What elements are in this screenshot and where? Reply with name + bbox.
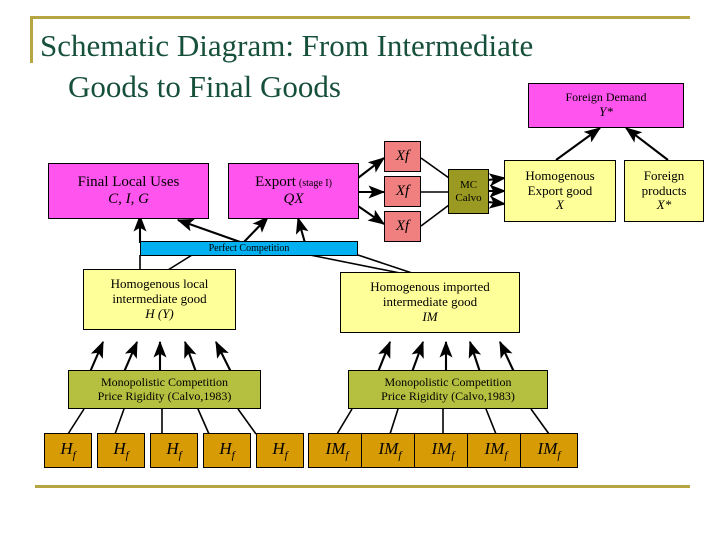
foreign-demand-line-1: Foreign Demand — [565, 90, 647, 105]
imf-4-label: IMf — [484, 438, 508, 462]
homogenous-export-line-3: X — [556, 197, 564, 213]
export-stage-note: (stage I) — [298, 177, 332, 189]
imf-2-label: IMf — [378, 438, 402, 462]
node-foreign-products[interactable]: Foreign products X* — [624, 160, 704, 222]
hf-4-label: Hf — [219, 438, 235, 462]
monopolistic-right-line-1: Monopolistic Competition — [384, 374, 512, 389]
mc-calvo-line-1: MC — [459, 178, 478, 191]
homogenous-imported-line-3: IM — [422, 308, 438, 324]
foreign-products-line-3: X* — [656, 197, 672, 213]
homogenous-local-line-1: Homogenous local — [110, 276, 209, 292]
imf-3-label: IMf — [431, 438, 455, 462]
perfect-competition-label: Perfect Competition — [208, 242, 290, 254]
node-xf-1[interactable]: Xf — [384, 141, 421, 172]
homogenous-imported-line-2: intermediate good — [382, 294, 478, 310]
node-xf-3[interactable]: Xf — [384, 211, 421, 242]
xf-2-label: Xf — [395, 182, 410, 199]
homogenous-export-line-2: Export good — [527, 182, 593, 198]
node-hf-2[interactable]: Hf — [97, 433, 145, 468]
node-homogenous-local-intermediate[interactable]: Homogenous local intermediate good H (Y) — [83, 269, 236, 330]
export-line-2: QX — [283, 191, 304, 207]
node-imf-3[interactable]: IMf — [414, 433, 472, 468]
hf-5-label: Hf — [272, 438, 288, 462]
top-rule — [30, 16, 690, 19]
monopolistic-left-line-2: Price Rigidity (Calvo,1983) — [97, 388, 232, 403]
imf-5-label: IMf — [537, 438, 561, 462]
foreign-demand-line-2: Y* — [599, 103, 613, 119]
homogenous-local-line-2: intermediate good — [112, 291, 207, 307]
hf-3-label: Hf — [166, 438, 182, 462]
node-imf-1[interactable]: IMf — [308, 433, 366, 468]
hf-1-label: Hf — [60, 438, 76, 462]
final-local-uses-line-2: C, I, G — [108, 191, 149, 207]
node-hf-4[interactable]: Hf — [203, 433, 251, 468]
node-perfect-competition[interactable]: Perfect Competition — [140, 241, 358, 256]
export-line-1: Export (stage I) — [255, 174, 332, 191]
imf-1-label: IMf — [325, 438, 349, 462]
monopolistic-right-line-2: Price Rigidity (Calvo,1983) — [381, 388, 515, 403]
node-imf-4[interactable]: IMf — [467, 433, 525, 468]
node-final-local-uses[interactable]: Final Local Uses C, I, G — [48, 163, 209, 219]
node-monopolistic-competition-right[interactable]: Monopolistic Competition Price Rigidity … — [348, 370, 548, 409]
node-imf-5[interactable]: IMf — [520, 433, 578, 468]
xf-1-label: Xf — [395, 147, 410, 164]
monopolistic-left-line-1: Monopolistic Competition — [100, 374, 228, 389]
node-homogenous-imported-intermediate[interactable]: Homogenous imported intermediate good IM — [340, 272, 520, 333]
foreign-products-line-1: Foreign — [643, 167, 685, 183]
node-export-stage-1[interactable]: Export (stage I) QX — [228, 163, 359, 219]
homogenous-export-line-1: Homogenous — [525, 167, 595, 183]
homogenous-local-line-3: H (Y) — [145, 305, 174, 321]
homogenous-imported-line-1: Homogenous imported — [370, 279, 490, 295]
node-hf-1[interactable]: Hf — [44, 433, 92, 468]
title-line-1: Schematic Diagram: From Intermediate — [40, 28, 534, 63]
node-mc-calvo[interactable]: MC Calvo — [448, 169, 489, 214]
node-xf-2[interactable]: Xf — [384, 176, 421, 207]
xf-3-label: Xf — [395, 217, 410, 234]
node-homogenous-export-good[interactable]: Homogenous Export good X — [504, 160, 616, 222]
node-hf-3[interactable]: Hf — [150, 433, 198, 468]
slide-canvas: Schematic Diagram: From Intermediate Goo… — [0, 0, 720, 540]
node-imf-2[interactable]: IMf — [361, 433, 419, 468]
final-local-uses-line-1: Final Local Uses — [77, 173, 180, 190]
left-rule — [30, 16, 33, 63]
node-foreign-demand[interactable]: Foreign Demand Y* — [528, 83, 684, 128]
bottom-rule — [35, 485, 690, 488]
node-monopolistic-competition-left[interactable]: Monopolistic Competition Price Rigidity … — [68, 370, 261, 409]
hf-2-label: Hf — [113, 438, 129, 462]
export-label: Export — [255, 173, 296, 190]
foreign-products-line-2: products — [641, 182, 687, 198]
node-hf-5[interactable]: Hf — [256, 433, 304, 468]
mc-calvo-line-2: Calvo — [455, 191, 482, 204]
